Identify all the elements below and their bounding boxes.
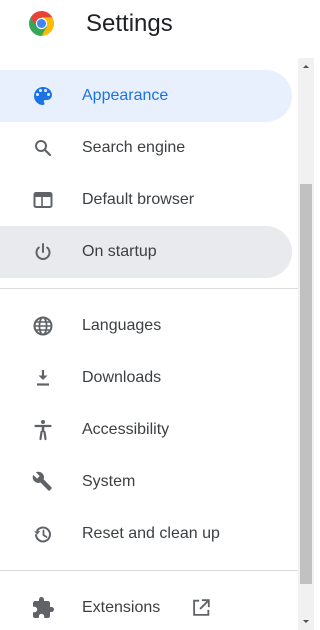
- settings-sidebar: Appearance Search engine Default browser…: [0, 70, 298, 630]
- sidebar-item-on-startup[interactable]: On startup: [0, 226, 292, 278]
- scroll-up-arrow-icon[interactable]: [298, 58, 314, 74]
- sidebar-item-label: Reset and clean up: [82, 525, 220, 542]
- sidebar-item-default-browser[interactable]: Default browser: [0, 174, 292, 226]
- sidebar-item-downloads[interactable]: Downloads: [0, 352, 292, 404]
- sidebar-item-label: Default browser: [82, 191, 195, 208]
- palette-icon: [34, 87, 52, 105]
- settings-header: Settings: [0, 0, 314, 56]
- sidebar-item-label: Accessibility: [82, 421, 170, 438]
- open-in-new-icon[interactable]: [190, 597, 212, 619]
- sidebar-item-label: Languages: [82, 317, 162, 334]
- sidebar-item-appearance[interactable]: Appearance: [0, 70, 292, 122]
- settings-page: Settings Appearance Search engine Defaul…: [0, 0, 314, 630]
- sidebar-item-label: System: [82, 473, 136, 490]
- scroll-down-arrow-icon[interactable]: [298, 614, 314, 630]
- sidebar-item-system[interactable]: System: [0, 456, 292, 508]
- sidebar-item-label: Downloads: [82, 369, 162, 386]
- section-divider: [0, 288, 298, 289]
- sidebar-item-label: Extensions: [82, 599, 161, 616]
- chrome-logo-icon: [29, 11, 54, 36]
- browser-window-icon: [33, 192, 53, 208]
- sidebar-item-label: On startup: [82, 243, 157, 260]
- accessibility-icon: [34, 420, 52, 441]
- sidebar-item-languages[interactable]: Languages: [0, 300, 292, 352]
- download-icon: [37, 370, 49, 386]
- sidebar-item-search-engine[interactable]: Search engine: [0, 122, 292, 174]
- sidebar-item-label: Search engine: [82, 139, 186, 156]
- sidebar-item-extensions[interactable]: Extensions: [0, 582, 292, 630]
- scrollbar-thumb[interactable]: [300, 184, 312, 584]
- page-title: Settings: [86, 10, 173, 37]
- power-icon: [35, 243, 51, 260]
- sidebar-item-reset[interactable]: Reset and clean up: [0, 508, 292, 560]
- section-divider: [0, 570, 298, 571]
- globe-icon: [33, 316, 53, 336]
- search-icon: [35, 140, 52, 157]
- sidebar-item-accessibility[interactable]: Accessibility: [0, 404, 292, 456]
- sidebar-item-label: Appearance: [82, 87, 169, 104]
- vertical-scrollbar[interactable]: [298, 58, 314, 630]
- puzzle-icon: [33, 597, 54, 618]
- wrench-icon: [32, 471, 52, 491]
- restore-history-icon: [34, 526, 51, 543]
